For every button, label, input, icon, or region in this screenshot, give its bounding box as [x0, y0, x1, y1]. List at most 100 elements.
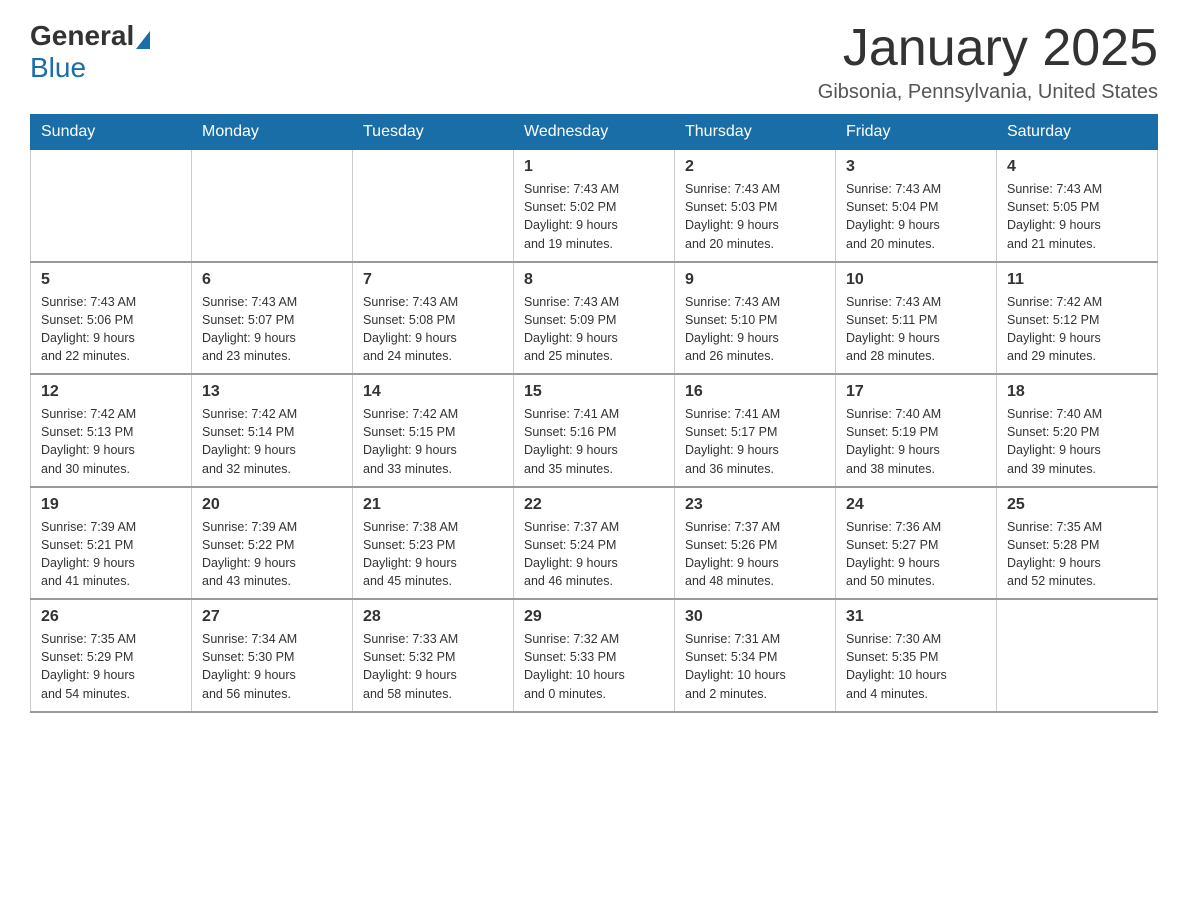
calendar-cell	[997, 599, 1158, 712]
calendar-cell: 29 Sunrise: 7:32 AMSunset: 5:33 PMDayligh…	[514, 599, 675, 712]
logo-general-text: General	[30, 20, 134, 52]
day-number: 2	[685, 158, 825, 176]
day-info: Sunrise: 7:43 AMSunset: 5:08 PMDaylight:…	[363, 293, 503, 366]
day-info: Sunrise: 7:36 AMSunset: 5:27 PMDaylight:…	[846, 518, 986, 591]
day-number: 5	[41, 271, 181, 289]
calendar-week-row: 1Sunrise: 7:43 AMSunset: 5:02 PMDaylight…	[31, 150, 1158, 262]
calendar-cell: 18 Sunrise: 7:40 AMSunset: 5:20 PMDayligh…	[997, 374, 1158, 487]
day-of-week-header-wednesday: Wednesday	[514, 115, 675, 150]
calendar-week-row: 26 Sunrise: 7:35 AMSunset: 5:29 PMDayligh…	[31, 599, 1158, 712]
calendar-cell: 10 Sunrise: 7:43 AMSunset: 5:11 PMDayligh…	[836, 262, 997, 375]
day-of-week-header-saturday: Saturday	[997, 115, 1158, 150]
day-of-week-header-sunday: Sunday	[31, 115, 192, 150]
day-number: 18	[1007, 383, 1147, 401]
calendar-cell: 1Sunrise: 7:43 AMSunset: 5:02 PMDaylight…	[514, 150, 675, 262]
calendar-header-row: SundayMondayTuesdayWednesdayThursdayFrid…	[31, 115, 1158, 150]
day-number: 27	[202, 608, 342, 626]
calendar-body: 1Sunrise: 7:43 AMSunset: 5:02 PMDaylight…	[31, 150, 1158, 712]
day-info: Sunrise: 7:35 AMSunset: 5:29 PMDaylight:…	[41, 630, 181, 703]
day-info: Sunrise: 7:43 AMSunset: 5:03 PMDaylight:…	[685, 180, 825, 253]
day-number: 8	[524, 271, 664, 289]
day-number: 17	[846, 383, 986, 401]
day-number: 12	[41, 383, 181, 401]
day-info: Sunrise: 7:42 AMSunset: 5:12 PMDaylight:…	[1007, 293, 1147, 366]
calendar-cell: 13 Sunrise: 7:42 AMSunset: 5:14 PMDayligh…	[192, 374, 353, 487]
calendar-week-row: 5 Sunrise: 7:43 AMSunset: 5:06 PMDaylight…	[31, 262, 1158, 375]
month-title: January 2025	[818, 20, 1158, 77]
calendar-week-row: 19 Sunrise: 7:39 AMSunset: 5:21 PMDayligh…	[31, 487, 1158, 600]
day-number: 20	[202, 496, 342, 514]
day-number: 21	[363, 496, 503, 514]
day-number: 14	[363, 383, 503, 401]
calendar-cell: 3Sunrise: 7:43 AMSunset: 5:04 PMDaylight…	[836, 150, 997, 262]
day-info: Sunrise: 7:41 AMSunset: 5:16 PMDaylight:…	[524, 405, 664, 478]
day-info: Sunrise: 7:43 AMSunset: 5:09 PMDaylight:…	[524, 293, 664, 366]
day-number: 9	[685, 271, 825, 289]
logo-triangle-icon	[136, 31, 150, 49]
day-info: Sunrise: 7:40 AMSunset: 5:20 PMDaylight:…	[1007, 405, 1147, 478]
day-info: Sunrise: 7:32 AMSunset: 5:33 PMDaylight:…	[524, 630, 664, 703]
day-number: 7	[363, 271, 503, 289]
day-info: Sunrise: 7:41 AMSunset: 5:17 PMDaylight:…	[685, 405, 825, 478]
calendar-cell: 15 Sunrise: 7:41 AMSunset: 5:16 PMDayligh…	[514, 374, 675, 487]
day-number: 30	[685, 608, 825, 626]
calendar-cell: 22Sunrise: 7:37 AMSunset: 5:24 PMDayligh…	[514, 487, 675, 600]
day-number: 16	[685, 383, 825, 401]
day-info: Sunrise: 7:38 AMSunset: 5:23 PMDaylight:…	[363, 518, 503, 591]
calendar-cell: 23 Sunrise: 7:37 AMSunset: 5:26 PMDayligh…	[675, 487, 836, 600]
day-info: Sunrise: 7:39 AMSunset: 5:22 PMDaylight:…	[202, 518, 342, 591]
day-info: Sunrise: 7:43 AMSunset: 5:11 PMDaylight:…	[846, 293, 986, 366]
day-info: Sunrise: 7:39 AMSunset: 5:21 PMDaylight:…	[41, 518, 181, 591]
calendar-cell: 6Sunrise: 7:43 AMSunset: 5:07 PMDaylight…	[192, 262, 353, 375]
calendar-cell: 12 Sunrise: 7:42 AMSunset: 5:13 PMDayligh…	[31, 374, 192, 487]
calendar-cell: 21 Sunrise: 7:38 AMSunset: 5:23 PMDayligh…	[353, 487, 514, 600]
day-info: Sunrise: 7:42 AMSunset: 5:14 PMDaylight:…	[202, 405, 342, 478]
calendar-cell: 25Sunrise: 7:35 AMSunset: 5:28 PMDayligh…	[997, 487, 1158, 600]
day-number: 29	[524, 608, 664, 626]
day-number: 26	[41, 608, 181, 626]
calendar-cell: 7 Sunrise: 7:43 AMSunset: 5:08 PMDaylight…	[353, 262, 514, 375]
day-info: Sunrise: 7:34 AMSunset: 5:30 PMDaylight:…	[202, 630, 342, 703]
day-info: Sunrise: 7:42 AMSunset: 5:15 PMDaylight:…	[363, 405, 503, 478]
day-number: 13	[202, 383, 342, 401]
calendar-cell: 17 Sunrise: 7:40 AMSunset: 5:19 PMDayligh…	[836, 374, 997, 487]
day-number: 31	[846, 608, 986, 626]
day-of-week-header-thursday: Thursday	[675, 115, 836, 150]
title-section: January 2025 Gibsonia, Pennsylvania, Uni…	[818, 20, 1158, 104]
day-number: 25	[1007, 496, 1147, 514]
calendar-cell: 19 Sunrise: 7:39 AMSunset: 5:21 PMDayligh…	[31, 487, 192, 600]
day-number: 28	[363, 608, 503, 626]
day-info: Sunrise: 7:30 AMSunset: 5:35 PMDaylight:…	[846, 630, 986, 703]
day-info: Sunrise: 7:43 AMSunset: 5:04 PMDaylight:…	[846, 180, 986, 253]
calendar-cell: 9Sunrise: 7:43 AMSunset: 5:10 PMDaylight…	[675, 262, 836, 375]
day-number: 23	[685, 496, 825, 514]
logo-blue-text: Blue	[30, 52, 86, 83]
calendar-cell: 30 Sunrise: 7:31 AMSunset: 5:34 PMDayligh…	[675, 599, 836, 712]
day-info: Sunrise: 7:43 AMSunset: 5:06 PMDaylight:…	[41, 293, 181, 366]
calendar-cell: 4 Sunrise: 7:43 AMSunset: 5:05 PMDaylight…	[997, 150, 1158, 262]
day-info: Sunrise: 7:37 AMSunset: 5:26 PMDaylight:…	[685, 518, 825, 591]
day-info: Sunrise: 7:42 AMSunset: 5:13 PMDaylight:…	[41, 405, 181, 478]
calendar-cell: 24Sunrise: 7:36 AMSunset: 5:27 PMDayligh…	[836, 487, 997, 600]
calendar-cell: 26 Sunrise: 7:35 AMSunset: 5:29 PMDayligh…	[31, 599, 192, 712]
page-header: General Blue January 2025 Gibsonia, Penn…	[30, 20, 1158, 104]
calendar-cell: 27 Sunrise: 7:34 AMSunset: 5:30 PMDayligh…	[192, 599, 353, 712]
day-number: 1	[524, 158, 664, 176]
calendar-table: SundayMondayTuesdayWednesdayThursdayFrid…	[30, 114, 1158, 713]
day-info: Sunrise: 7:31 AMSunset: 5:34 PMDaylight:…	[685, 630, 825, 703]
calendar-week-row: 12 Sunrise: 7:42 AMSunset: 5:13 PMDayligh…	[31, 374, 1158, 487]
day-number: 22	[524, 496, 664, 514]
calendar-cell: 8 Sunrise: 7:43 AMSunset: 5:09 PMDaylight…	[514, 262, 675, 375]
day-of-week-header-monday: Monday	[192, 115, 353, 150]
day-info: Sunrise: 7:40 AMSunset: 5:19 PMDaylight:…	[846, 405, 986, 478]
day-of-week-header-tuesday: Tuesday	[353, 115, 514, 150]
day-info: Sunrise: 7:43 AMSunset: 5:05 PMDaylight:…	[1007, 180, 1147, 253]
day-number: 4	[1007, 158, 1147, 176]
day-number: 19	[41, 496, 181, 514]
calendar-cell: 31 Sunrise: 7:30 AMSunset: 5:35 PMDayligh…	[836, 599, 997, 712]
day-number: 15	[524, 383, 664, 401]
day-info: Sunrise: 7:43 AMSunset: 5:07 PMDaylight:…	[202, 293, 342, 366]
calendar-cell: 11Sunrise: 7:42 AMSunset: 5:12 PMDayligh…	[997, 262, 1158, 375]
day-number: 10	[846, 271, 986, 289]
calendar-cell: 20 Sunrise: 7:39 AMSunset: 5:22 PMDayligh…	[192, 487, 353, 600]
